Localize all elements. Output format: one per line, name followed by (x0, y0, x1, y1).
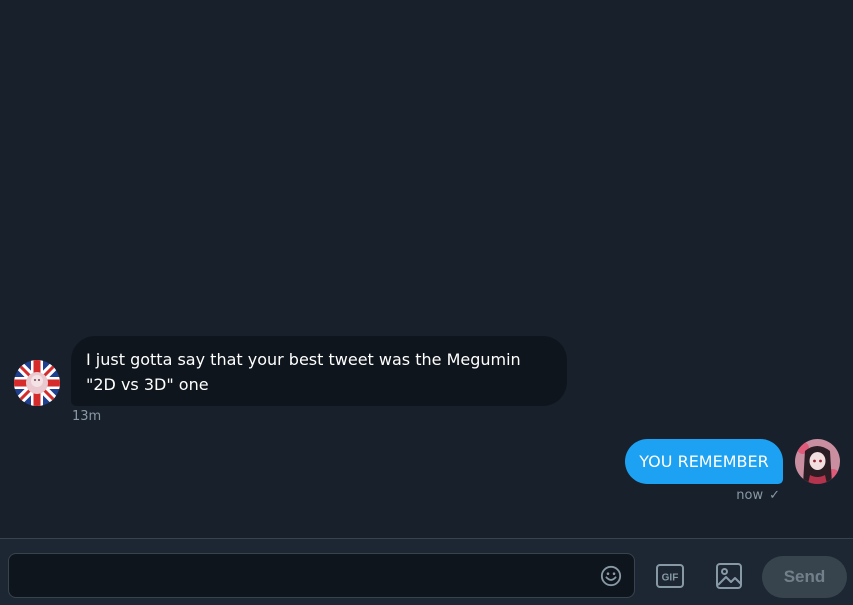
emoji-icon[interactable] (600, 565, 622, 587)
gif-button[interactable]: GIF (655, 563, 685, 589)
gif-label: GIF (662, 573, 679, 584)
sent-check-icon: ✓ (769, 488, 780, 503)
outgoing-message-bubble[interactable]: YOU REMEMBER (625, 439, 783, 484)
message-composer: GIF Send (0, 538, 853, 605)
message-thread: I just gotta say that your best tweet wa… (0, 0, 853, 538)
union-jack-avatar-icon (14, 360, 60, 406)
outgoing-message-timestamp: now (736, 488, 764, 503)
outgoing-message-meta: now ✓ (736, 488, 780, 503)
image-button[interactable] (715, 562, 743, 590)
incoming-message-timestamp: 13m (72, 409, 102, 424)
anime-character-avatar-icon (795, 439, 840, 484)
sender-avatar[interactable] (14, 360, 60, 406)
gif-icon: GIF (656, 564, 684, 588)
outgoing-message-text: YOU REMEMBER (639, 452, 769, 471)
own-avatar[interactable] (795, 439, 840, 484)
composer-input-container[interactable] (8, 553, 635, 599)
dm-conversation-view: I just gotta say that your best tweet wa… (0, 0, 853, 605)
message-input[interactable] (21, 554, 595, 599)
image-icon (716, 563, 742, 589)
send-button[interactable]: Send (762, 556, 847, 598)
incoming-message-bubble[interactable]: I just gotta say that your best tweet wa… (71, 336, 567, 406)
incoming-message-text: I just gotta say that your best tweet wa… (86, 350, 521, 394)
